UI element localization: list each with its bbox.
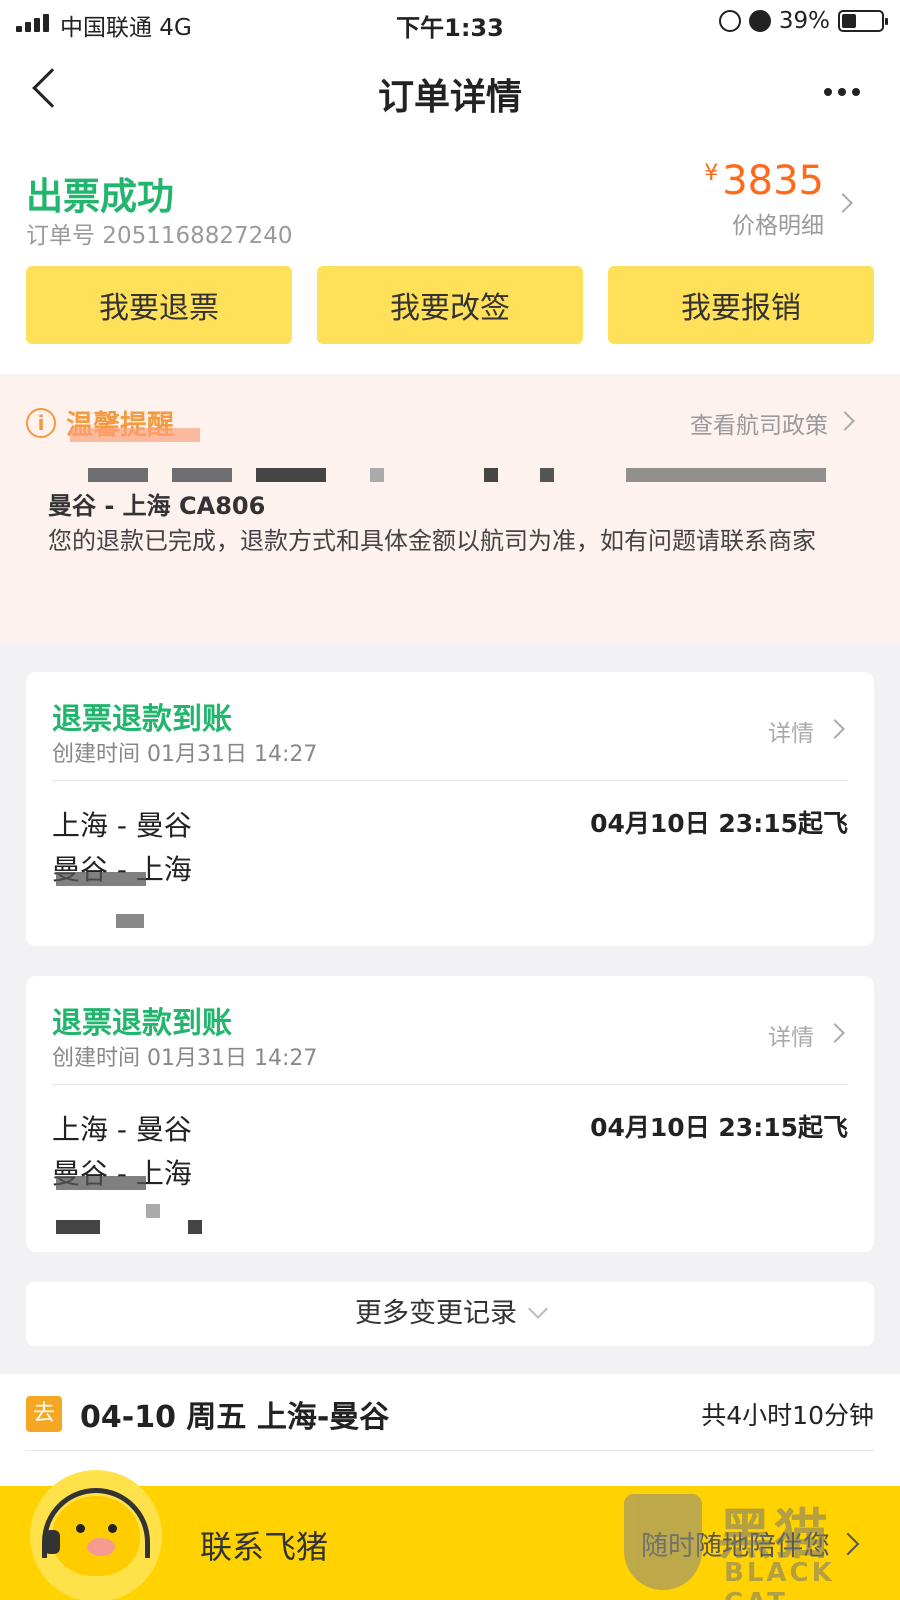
- battery-icon: [838, 10, 888, 32]
- more-icon[interactable]: [824, 88, 860, 96]
- currency-symbol: ¥: [704, 161, 719, 186]
- more-change-records-button[interactable]: 更多变更记录: [26, 1282, 874, 1346]
- chevron-right-icon[interactable]: [825, 719, 845, 739]
- order-price: ¥3835: [704, 158, 824, 204]
- redacted-block: [88, 468, 148, 482]
- change-ticket-button[interactable]: 我要改签: [317, 266, 583, 344]
- notice-route: 曼谷 - 上海 CA806: [48, 492, 266, 520]
- departure-time: 04月10日 23:15起飞: [590, 809, 848, 838]
- detail-link[interactable]: 详情: [768, 714, 814, 748]
- flight-duration: 共4小时10分钟: [701, 1401, 874, 1430]
- service-avatar: [30, 1470, 162, 1600]
- redacted-block: [56, 872, 146, 886]
- contact-subtitle: 随时随地陪伴您: [641, 1531, 830, 1562]
- redacted-block: [146, 1204, 160, 1218]
- notice-text: 您的退款已完成，退款方式和具体金额以航司为准，如有问题请联系商家: [48, 527, 816, 555]
- status-bar: 中国联通 4G 下午1:33 39%: [0, 0, 900, 46]
- price-detail-button[interactable]: ¥3835 价格明细: [704, 158, 824, 240]
- nav-bar: 订单详情: [0, 46, 900, 138]
- reminder-notice: i 温馨提醒 查看航司政策 曼谷 - 上海 CA806 您的退款已完成，退款方式…: [0, 376, 900, 644]
- order-status-panel: 出票成功 订单号 2051168827240 ¥3835 价格明细 我要退票 我…: [0, 138, 900, 374]
- divider: [52, 780, 848, 781]
- divider: [26, 1450, 874, 1451]
- alarm-icon: [748, 10, 771, 32]
- outbound-route: 上海 - 曼谷: [52, 1113, 192, 1146]
- ticket-status: 出票成功: [26, 175, 174, 218]
- departure-time: 04月10日 23:15起飞: [590, 1113, 848, 1142]
- itinerary-route: 04-10 周五 上海-曼谷: [80, 1400, 390, 1435]
- page-title: 订单详情: [377, 77, 522, 118]
- created-time: 创建时间 01月31日 14:27: [52, 742, 318, 767]
- redacted-block: [172, 468, 232, 482]
- created-time: 创建时间 01月31日 14:27: [52, 1046, 318, 1071]
- contact-fliggy-bar[interactable]: 联系飞猪 随时随地陪伴您: [0, 1470, 900, 1600]
- chevron-right-icon[interactable]: [833, 193, 853, 213]
- redacted-block: [256, 468, 326, 482]
- redacted-block: [116, 914, 144, 928]
- refund-title: 退票退款到账: [52, 702, 232, 737]
- divider: [52, 1084, 848, 1085]
- airline-policy-link[interactable]: 查看航司政策: [690, 406, 828, 440]
- chevron-down-icon: [528, 1299, 548, 1319]
- more-records-label: 更多变更记录: [355, 1298, 517, 1329]
- redacted-block: [188, 1220, 202, 1234]
- battery-percent: 39%: [778, 8, 830, 34]
- chevron-right-icon[interactable]: [835, 411, 855, 431]
- reimbursement-button[interactable]: 我要报销: [608, 266, 874, 344]
- redacted-block: [484, 468, 498, 482]
- redacted-block: [540, 468, 554, 482]
- refund-title: 退票退款到账: [52, 1006, 232, 1041]
- chevron-right-icon[interactable]: [825, 1023, 845, 1043]
- rotation-lock-icon: [718, 10, 741, 32]
- redacted-block: [56, 1176, 146, 1190]
- chevron-right-icon[interactable]: [836, 1532, 860, 1556]
- redacted-block: [626, 468, 826, 482]
- redacted-block: [70, 428, 200, 442]
- price-detail-label: 价格明细: [732, 213, 824, 239]
- refund-button[interactable]: 我要退票: [26, 266, 292, 344]
- order-number: 订单号 2051168827240: [26, 223, 293, 249]
- price-amount: 3835: [722, 158, 824, 204]
- refund-record-card[interactable]: 退票退款到账 创建时间 01月31日 14:27 详情 上海 - 曼谷 04月1…: [26, 976, 874, 1252]
- redacted-block: [56, 1220, 100, 1234]
- refund-record-card[interactable]: 退票退款到账 创建时间 01月31日 14:27 详情 上海 - 曼谷 04月1…: [26, 672, 874, 946]
- outbound-tag: 去: [26, 1396, 62, 1432]
- redacted-block: [370, 468, 384, 482]
- outbound-route: 上海 - 曼谷: [52, 809, 192, 842]
- info-icon: i: [26, 408, 56, 438]
- contact-title: 联系飞猪: [200, 1528, 329, 1566]
- detail-link[interactable]: 详情: [768, 1018, 814, 1052]
